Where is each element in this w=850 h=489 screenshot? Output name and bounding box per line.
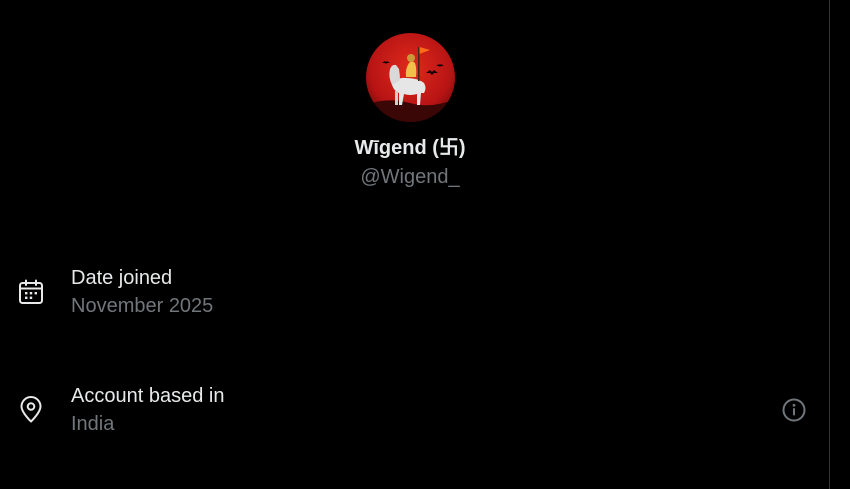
location-pin-icon [20, 396, 42, 423]
about-account-page: Wīgend (卐) @Wigend_ Date joined November… [0, 0, 850, 489]
account-based-row: Account based in India [0, 380, 829, 444]
display-name: Wīgend (卐) [354, 137, 466, 159]
avatar[interactable] [366, 33, 455, 122]
info-icon[interactable] [781, 397, 807, 423]
account-based-label: Account based in [71, 385, 225, 407]
column-divider [829, 0, 830, 489]
user-handle: @Wigend_ [360, 166, 460, 188]
date-joined-value: November 2025 [71, 295, 214, 317]
calendar-icon [19, 279, 43, 304]
date-joined-row: Date joined November 2025 [0, 262, 829, 326]
account-based-value: India [71, 413, 115, 435]
date-joined-label: Date joined [71, 267, 173, 289]
avatar-image [366, 33, 455, 122]
